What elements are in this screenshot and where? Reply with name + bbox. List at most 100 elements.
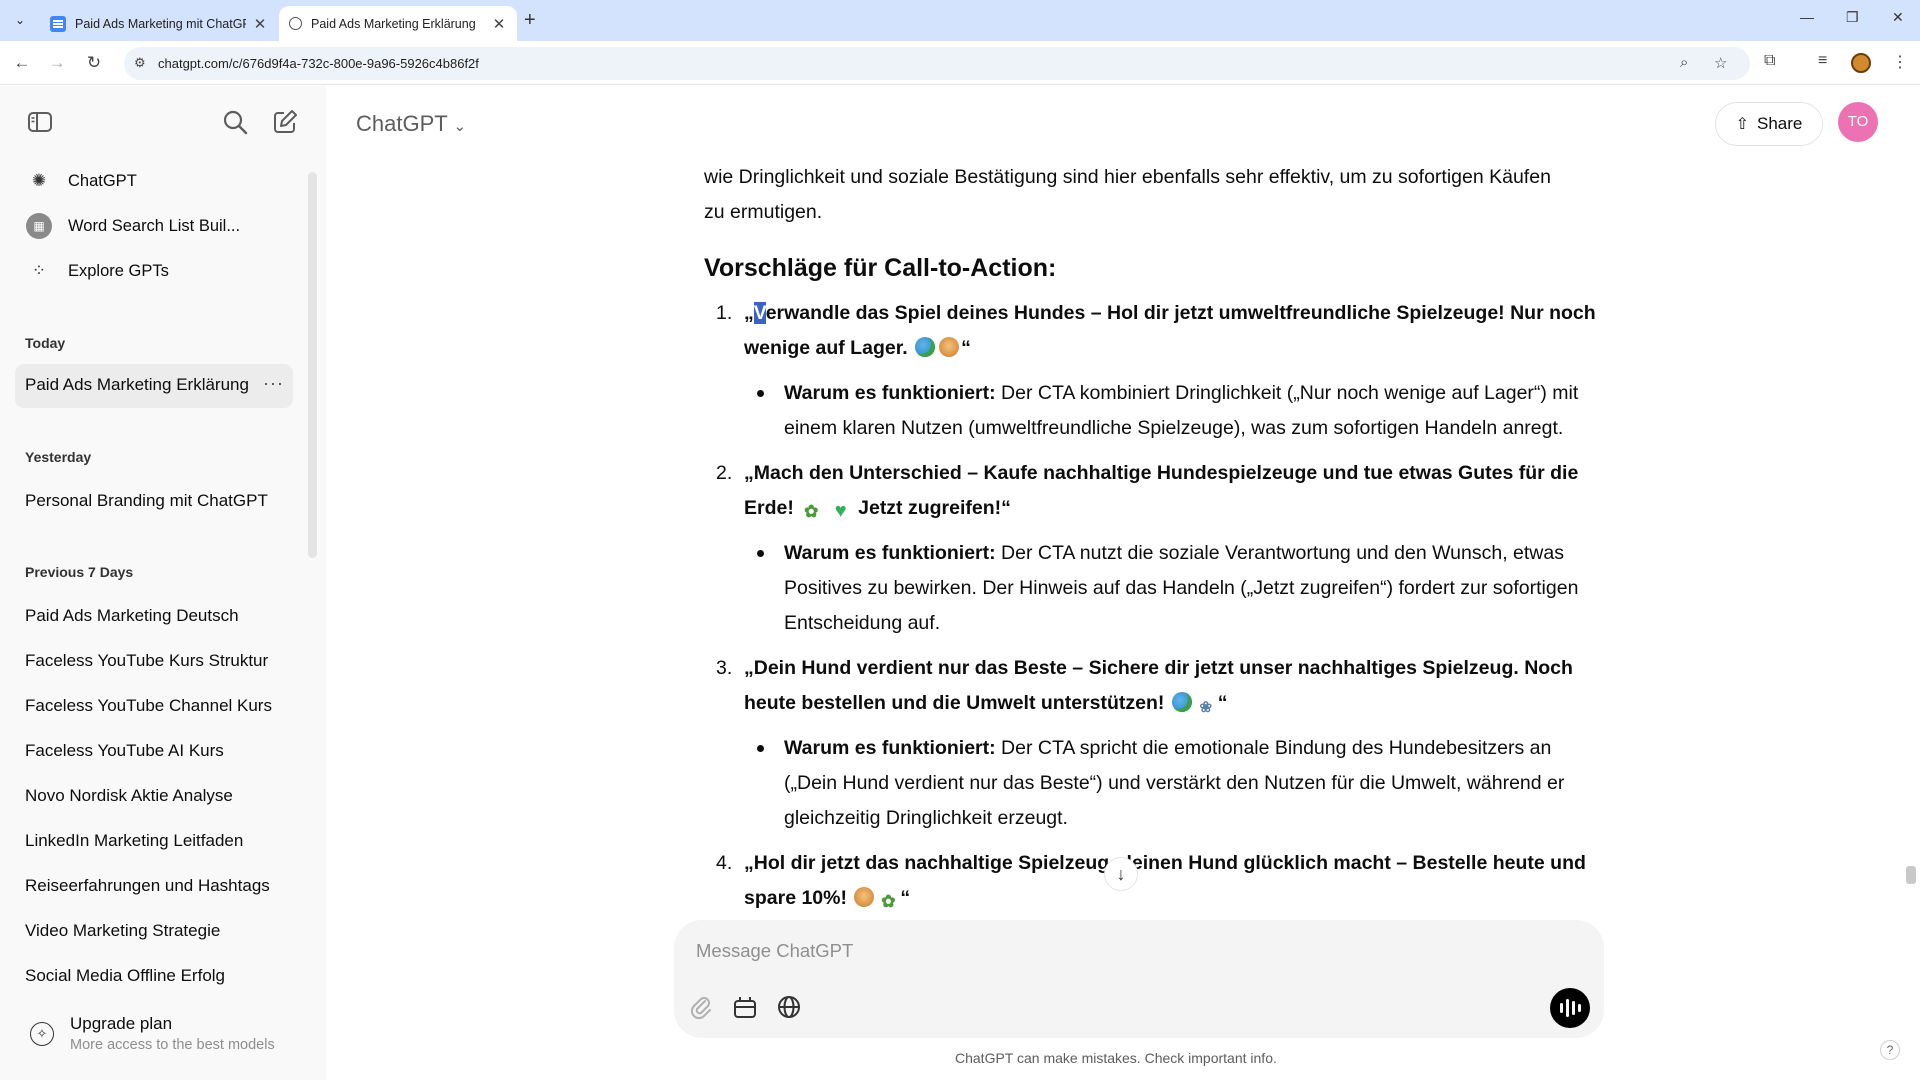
- cta-quote: „Mach den Unterschied – Kaufe nachhaltig…: [744, 462, 1579, 522]
- disclaimer-text: ChatGPT can make mistakes. Check importa…: [955, 1050, 1277, 1066]
- user-avatar[interactable]: TO: [1838, 102, 1878, 142]
- chat-history-item[interactable]: Paid Ads Marketing Deutsch: [25, 606, 275, 626]
- browser-toolbar: ← → ↻ ⚙ chatgpt.com/c/676d9f4a-732c-800e…: [0, 41, 1920, 85]
- chat-history-item[interactable]: Video Marketing Strategie: [25, 921, 275, 941]
- gpt-avatar-icon: ▦: [26, 213, 52, 239]
- model-name: ChatGPT: [356, 111, 448, 136]
- sidebar-item-explore-gpts[interactable]: ⁘ Explore GPTs: [16, 252, 294, 290]
- dog-emoji-icon: [854, 887, 875, 907]
- list-number: 4.: [716, 852, 733, 874]
- bookmark-star-icon[interactable]: ☆: [1714, 54, 1727, 72]
- close-tab-icon[interactable]: ✕: [491, 15, 507, 33]
- upgrade-subtitle: More access to the best models: [70, 1037, 275, 1053]
- media-controls-icon[interactable]: ≡: [1818, 52, 1827, 70]
- toggle-sidebar-icon[interactable]: [26, 108, 54, 136]
- assistant-message: wie Dringlichkeit und soziale Bestätigun…: [704, 160, 1604, 920]
- tab-title: Paid Ads Marketing Erklärung: [311, 16, 476, 31]
- chat-history-item[interactable]: LinkedIn Marketing Leitfaden: [25, 831, 275, 851]
- extensions-icon[interactable]: ⧉: [1764, 52, 1775, 70]
- globe-search-icon[interactable]: [774, 992, 804, 1022]
- chat-history-item[interactable]: Reiseerfahrungen und Hashtags: [25, 876, 275, 896]
- upgrade-title: Upgrade plan: [70, 1014, 173, 1033]
- why-label: Warum es funktioniert:: [784, 737, 996, 759]
- intro-text: wie Dringlichkeit und soziale Bestätigun…: [704, 166, 1551, 223]
- cta-item: 4. „Hol dir jetzt das nachhaltige Spielz…: [704, 846, 1604, 916]
- list-number: 2.: [716, 462, 733, 484]
- why-bullet: Warum es funktioniert: Der CTA nutzt die…: [704, 536, 1604, 641]
- chat-history-item[interactable]: Faceless YouTube Kurs Struktur: [25, 651, 275, 671]
- search-icon[interactable]: [221, 108, 249, 136]
- sidebar-item-label: ChatGPT: [68, 171, 137, 190]
- url-text[interactable]: chatgpt.com/c/676d9f4a-732c-800e-9a96-59…: [158, 56, 479, 71]
- tools-icon[interactable]: [730, 992, 760, 1022]
- browser-tab[interactable]: Paid Ads Marketing mit ChatGPT ✕: [40, 6, 278, 41]
- browser-tab-strip: ⌄ Paid Ads Marketing mit ChatGPT ✕ Paid …: [0, 0, 1920, 41]
- new-tab-icon[interactable]: +: [524, 9, 536, 32]
- share-label: Share: [1757, 114, 1803, 133]
- minimize-icon[interactable]: —: [1800, 9, 1814, 25]
- grid-icon: ⁘: [31, 261, 47, 280]
- sidebar-scrollbar[interactable]: [308, 172, 317, 558]
- address-bar[interactable]: ⚙ chatgpt.com/c/676d9f4a-732c-800e-9a96-…: [124, 47, 1750, 80]
- green-heart-emoji-icon: ♥: [834, 500, 847, 522]
- why-label: Warum es funktioniert:: [784, 382, 996, 404]
- sidebar-item-label: Word Search List Buil...: [68, 216, 241, 235]
- chat-history-item[interactable]: Novo Nordisk Aktie Analyse: [25, 786, 275, 806]
- list-number: 1.: [716, 302, 733, 324]
- browser-profile-avatar[interactable]: [1851, 53, 1871, 73]
- browser-menu-icon[interactable]: ⋮: [1892, 52, 1908, 72]
- why-label: Warum es funktioniert:: [784, 542, 996, 564]
- share-icon: ⇧: [1735, 116, 1750, 133]
- forward-icon[interactable]: →: [45, 51, 69, 75]
- docs-favicon-icon: [50, 15, 66, 32]
- sidebar-item-word-search-gpt[interactable]: ▦ Word Search List Buil...: [16, 207, 294, 245]
- chat-history-item[interactable]: Personal Branding mit ChatGPT: [25, 491, 275, 511]
- tab-search-icon[interactable]: ⌄: [8, 8, 32, 32]
- more-options-icon[interactable]: ···: [263, 373, 284, 394]
- chevron-down-icon: ⌄: [453, 118, 467, 135]
- attach-paperclip-icon[interactable]: [686, 992, 716, 1022]
- chatgpt-favicon-icon: [289, 17, 302, 30]
- cta-quote: „Dein Hund verdient nur das Beste – Sich…: [744, 657, 1573, 716]
- seedling-emoji-icon: ✿: [804, 502, 819, 521]
- cta-quote: „Hol dir jetzt das nachhaltige Spielzeug…: [744, 852, 1586, 911]
- chat-history-item[interactable]: Paid Ads Marketing Erklärung: [25, 375, 251, 395]
- cta-quote: „Verwandle das Spiel deines Hundes – Hol…: [744, 302, 1596, 359]
- tab-title: Paid Ads Marketing mit ChatGPT: [75, 16, 246, 31]
- sidebar-item-label: Explore GPTs: [68, 261, 169, 280]
- chat-history-item[interactable]: Faceless YouTube AI Kurs: [25, 741, 275, 761]
- new-chat-icon[interactable]: [271, 108, 299, 136]
- message-input[interactable]: [696, 940, 1396, 962]
- dog-emoji-icon: [939, 337, 960, 357]
- model-selector[interactable]: ChatGPT ⌄: [356, 111, 466, 137]
- main-scrollbar[interactable]: [1906, 866, 1916, 884]
- upgrade-plan-button[interactable]: ✧ Upgrade plan More access to the best m…: [26, 1014, 306, 1064]
- why-bullet: Warum es funktioniert: Der CTA kombinier…: [704, 376, 1604, 446]
- close-window-icon[interactable]: ✕: [1892, 9, 1904, 26]
- seedling-emoji-icon: ✿: [881, 892, 896, 911]
- voice-mode-button[interactable]: [1550, 988, 1590, 1028]
- chat-history-item[interactable]: Social Media Offline Erfolg: [25, 966, 275, 986]
- globe-emoji-icon: [915, 337, 936, 357]
- paw-prints-emoji-icon: ❀: [1199, 699, 1213, 716]
- site-info-icon[interactable]: ⚙: [134, 55, 146, 71]
- cta-item: 2. „Mach den Unterschied – Kaufe nachhal…: [704, 456, 1604, 526]
- text-cursor-selection: V: [753, 302, 766, 324]
- reload-icon[interactable]: ↻: [82, 51, 106, 75]
- close-tab-icon[interactable]: ✕: [252, 15, 268, 33]
- share-button[interactable]: ⇧ Share: [1715, 102, 1823, 146]
- help-icon[interactable]: ?: [1880, 1040, 1900, 1060]
- globe-emoji-icon: [1171, 692, 1192, 712]
- chat-history-item[interactable]: Faceless YouTube Channel Kurs: [25, 696, 275, 716]
- zoom-icon[interactable]: ⌕: [1680, 54, 1688, 71]
- section-heading-today: Today: [25, 335, 66, 351]
- upgrade-icon: ✧: [30, 1022, 54, 1046]
- browser-tab-active[interactable]: Paid Ads Marketing Erklärung ✕: [279, 6, 517, 41]
- restore-icon[interactable]: ❐: [1846, 9, 1859, 26]
- back-icon[interactable]: ←: [10, 51, 34, 75]
- cta-item: 3. „Dein Hund verdient nur das Beste – S…: [704, 651, 1604, 721]
- section-heading-previous-7-days: Previous 7 Days: [25, 564, 134, 580]
- cta-item: 1. „Verwandle das Spiel deines Hundes – …: [704, 296, 1604, 366]
- sidebar-item-chatgpt[interactable]: ✺ ChatGPT: [16, 162, 294, 200]
- scroll-to-bottom-button[interactable]: ↓: [1104, 857, 1138, 891]
